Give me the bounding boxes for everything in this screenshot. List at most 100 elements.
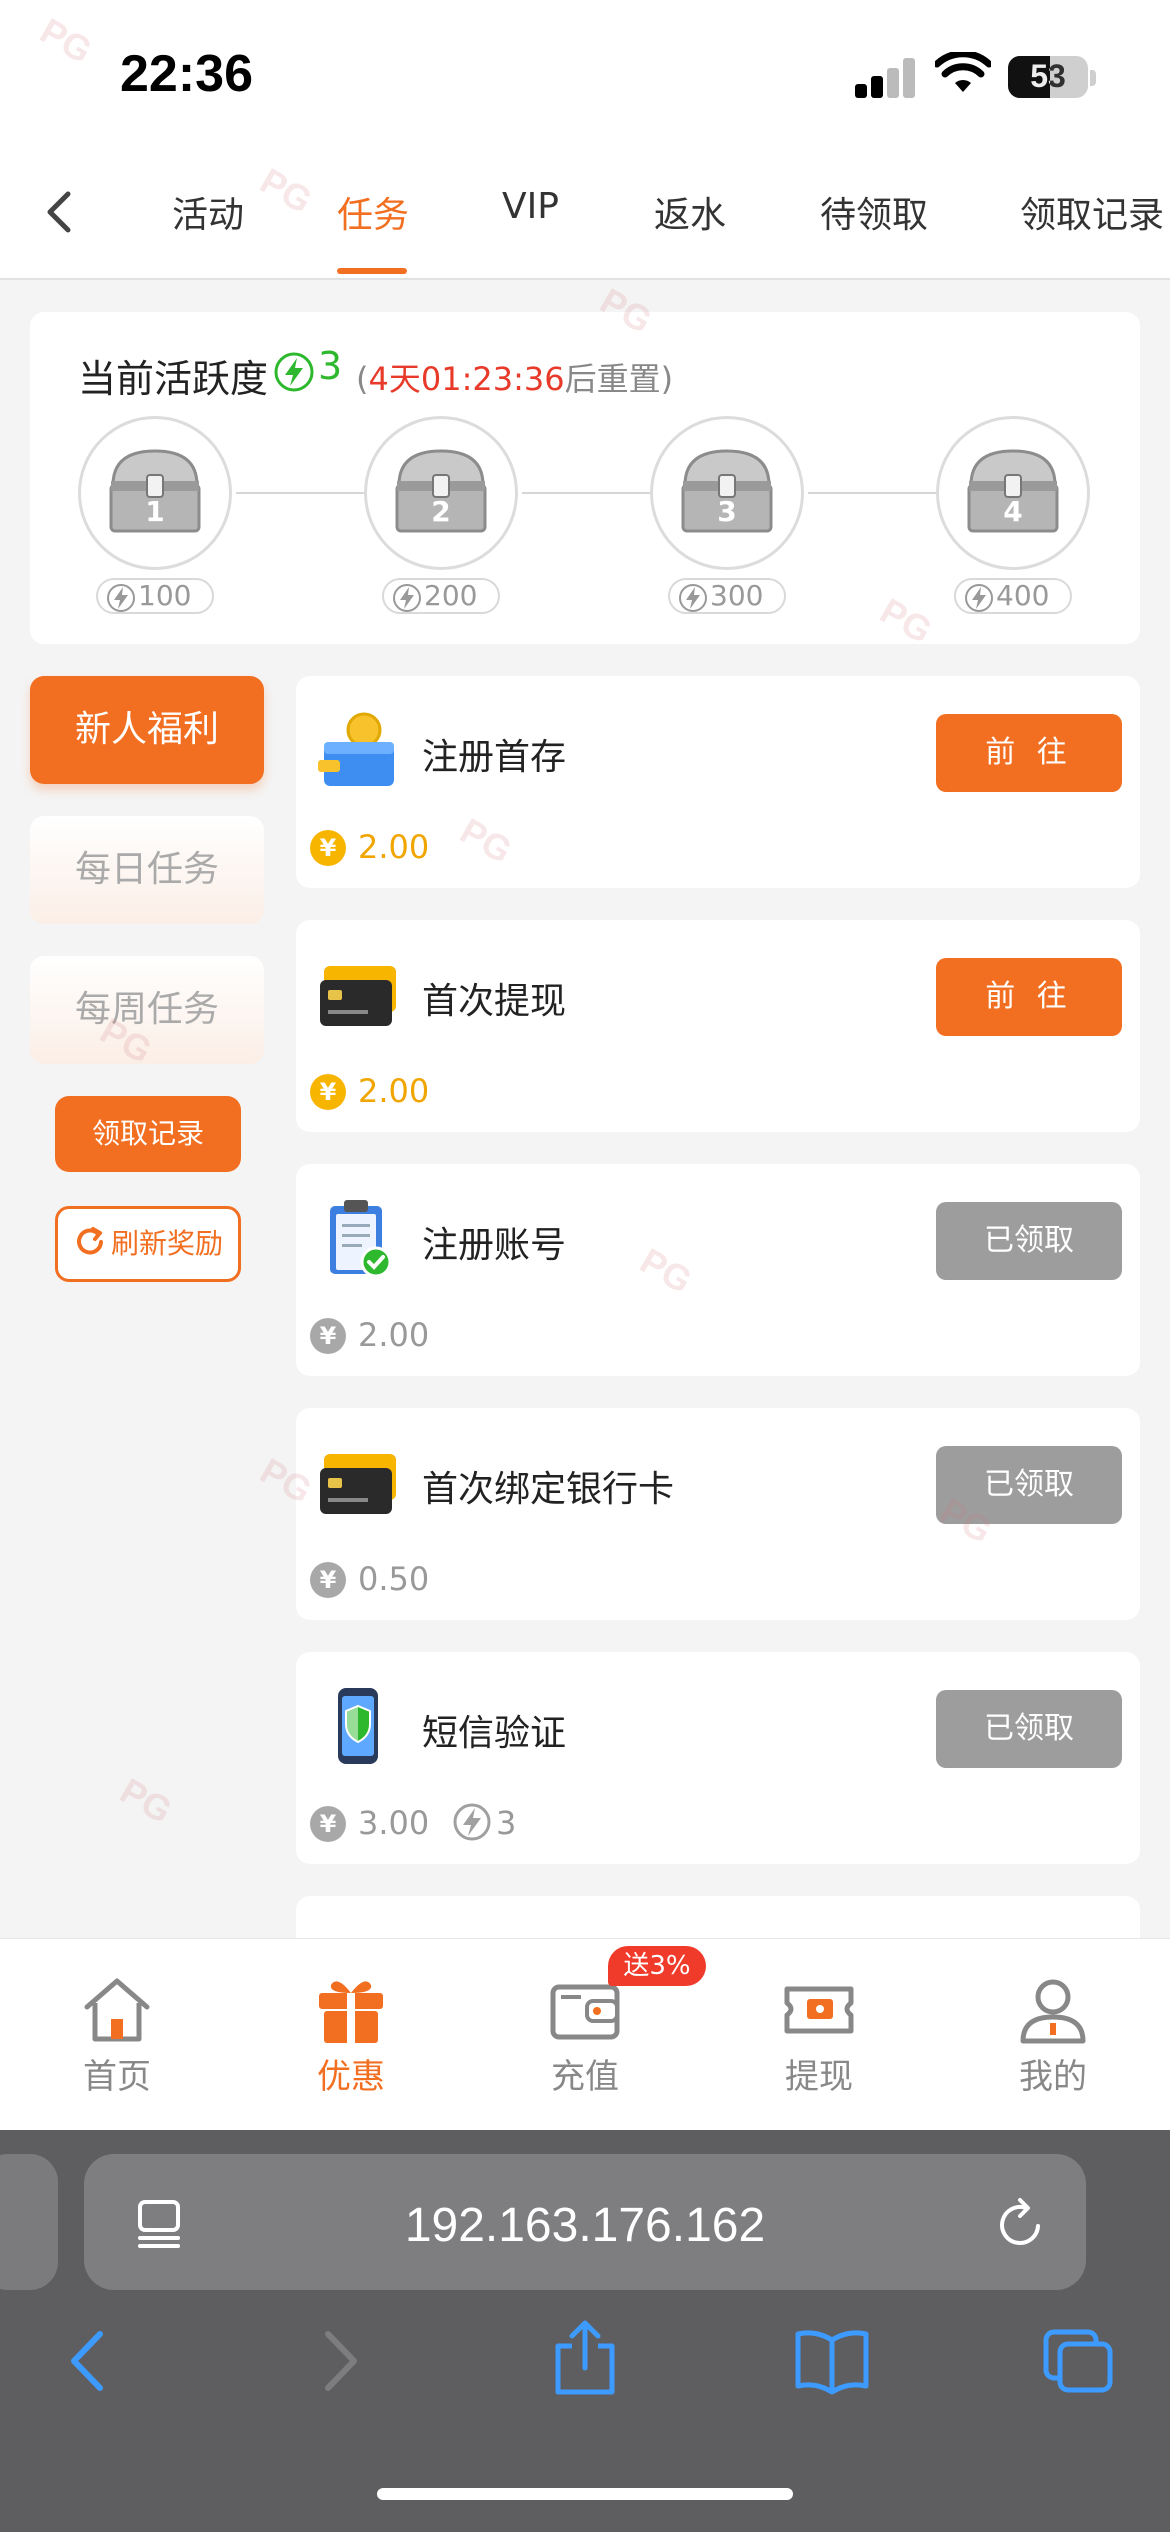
cellular-signal-icon [855, 58, 915, 98]
battery-level: 53 [1030, 58, 1066, 94]
nav-deposit-label: 充值 [551, 2057, 619, 2097]
activity-card: 当前活跃度 3 (4天01:23:36后重置) 1 2 3 4 100 200 … [30, 312, 1140, 644]
browser-toolbar: 192.163.176.162 [0, 2130, 1170, 2532]
status-bar: 22:36 53 [0, 0, 1170, 150]
tab-claim-records[interactable]: 领取记录 [1020, 186, 1164, 238]
previous-tab-preview[interactable] [0, 2154, 58, 2290]
activity-reset-timer: (4天01:23:36后重置) [356, 360, 674, 398]
nav-withdraw-label: 提现 [785, 2057, 853, 2097]
watermark: PG [113, 1769, 180, 1832]
task-card: 首次绑定银行卡 已领取 ¥ 0.50 [296, 1408, 1140, 1620]
sidebar-item-daily-tasks[interactable]: 每日任务 [30, 816, 264, 924]
lightning-icon [965, 584, 993, 612]
chest-points-pill: 400 [954, 578, 1072, 614]
refresh-rewards-button[interactable]: 刷新奖励 [55, 1206, 241, 1282]
nav-home-label: 首页 [83, 2057, 151, 2097]
yuan-coin-icon: ¥ [310, 1562, 346, 1598]
bookmarks-icon[interactable] [792, 2326, 872, 2396]
home-icon [84, 1978, 150, 2042]
activity-title: 当前活跃度 [78, 357, 269, 401]
deposit-bonus-badge: 送3% [608, 1946, 706, 1986]
url-text: 192.163.176.162 [404, 2199, 766, 2252]
browser-back-icon[interactable] [64, 2326, 114, 2396]
task-claimed-button[interactable]: 已领取 [936, 1202, 1122, 1280]
tab-tasks[interactable]: 任务 [337, 186, 409, 238]
battery-icon: 53 [1008, 56, 1088, 98]
treasure-chest-1[interactable]: 1 [78, 416, 232, 570]
task-name: 首次绑定银行卡 [422, 1469, 675, 1510]
refresh-icon [77, 1227, 103, 1255]
tabs-icon[interactable] [1040, 2326, 1116, 2396]
bottom-nav: 首页 优惠 充值 提现 我的 [0, 1938, 1170, 2130]
lightning-icon [679, 584, 707, 612]
chest-number: 3 [717, 495, 737, 528]
bank-card-icon [320, 1454, 396, 1514]
task-reward: 2.00 [358, 1072, 430, 1110]
task-name: 注册首存 [422, 737, 567, 778]
task-reward: 2.00 [358, 1316, 430, 1354]
treasure-chest-3[interactable]: 3 [650, 416, 804, 570]
task-card: 注册账号 已领取 ¥ 2.00 [296, 1164, 1140, 1376]
chest-points-pill: 200 [382, 578, 500, 614]
refresh-rewards-label: 刷新奖励 [110, 1227, 223, 1260]
yuan-coin-icon: ¥ [310, 1074, 346, 1110]
task-reward: 3.00 [358, 1804, 430, 1842]
lightning-icon [453, 1803, 491, 1841]
share-icon[interactable] [550, 2318, 620, 2398]
back-arrow-icon[interactable] [30, 182, 90, 242]
user-icon [1020, 1979, 1086, 2044]
status-time: 22:36 [120, 45, 253, 103]
chest-points-pill: 100 [96, 578, 214, 614]
yuan-coin-icon: ¥ [310, 1318, 346, 1354]
task-go-button[interactable]: 前 往 [936, 958, 1122, 1036]
chest-points-pill: 300 [668, 578, 786, 614]
lightning-icon [107, 584, 135, 612]
top-tab-bar: 活动 任务 VIP 返水 待领取 领取记录 [0, 150, 1170, 280]
nav-withdraw[interactable]: 提现 [739, 1975, 899, 2098]
sidebar-item-newbie-benefits[interactable]: 新人福利 [30, 676, 264, 784]
chest-number: 4 [1003, 495, 1023, 528]
claim-records-button[interactable]: 领取记录 [55, 1096, 241, 1172]
tab-activity[interactable]: 活动 [172, 186, 244, 238]
activity-count: 3 [318, 344, 343, 388]
tab-rebate[interactable]: 返水 [654, 186, 726, 238]
ticket-icon [784, 1986, 854, 2034]
bank-card-icon [320, 966, 396, 1026]
clipboard-check-icon [330, 1200, 392, 1278]
tab-vip[interactable]: VIP [502, 186, 559, 227]
lightning-icon [274, 352, 314, 392]
treasure-chest-4[interactable]: 4 [936, 416, 1090, 570]
active-tab-indicator [337, 268, 407, 274]
reload-icon[interactable] [996, 2196, 1046, 2250]
sidebar-item-weekly-tasks[interactable]: 每周任务 [30, 956, 264, 1064]
yuan-coin-icon: ¥ [310, 1806, 346, 1842]
task-reward: 2.00 [358, 828, 430, 866]
tab-pending[interactable]: 待领取 [820, 186, 928, 238]
treasure-chest-2[interactable]: 2 [364, 416, 518, 570]
nav-promotions-label: 优惠 [317, 2057, 385, 2097]
task-card: 短信验证 已领取 ¥ 3.00 3 [296, 1652, 1140, 1864]
task-claimed-button[interactable]: 已领取 [936, 1690, 1122, 1768]
chest-number: 2 [431, 495, 451, 528]
home-indicator [377, 2488, 793, 2500]
task-go-button[interactable]: 前 往 [936, 714, 1122, 792]
task-claimed-button[interactable]: 已领取 [936, 1446, 1122, 1524]
address-bar[interactable]: 192.163.176.162 [84, 2154, 1086, 2290]
task-name: 首次提现 [422, 981, 567, 1022]
nav-deposit[interactable]: 充值 [505, 1975, 665, 2098]
nav-promotions[interactable]: 优惠 [271, 1975, 431, 2098]
nav-home[interactable]: 首页 [37, 1975, 197, 2098]
task-name: 注册账号 [422, 1225, 567, 1266]
nav-profile[interactable]: 我的 [973, 1975, 1133, 2098]
task-reward: 0.50 [358, 1560, 430, 1598]
gift-icon [319, 1981, 383, 2043]
task-name: 短信验证 [422, 1713, 567, 1754]
task-card: 首次提现 前 往 ¥ 2.00 [296, 920, 1140, 1132]
chest-number: 1 [145, 495, 165, 528]
task-activity-reward: 3 [496, 1804, 517, 1842]
lightning-icon [393, 584, 421, 612]
task-card: 注册首存 前 往 ¥ 2.00 [296, 676, 1140, 888]
phone-shield-icon [338, 1688, 378, 1764]
wallet-coin-icon [318, 712, 394, 786]
browser-forward-icon[interactable] [314, 2326, 364, 2396]
